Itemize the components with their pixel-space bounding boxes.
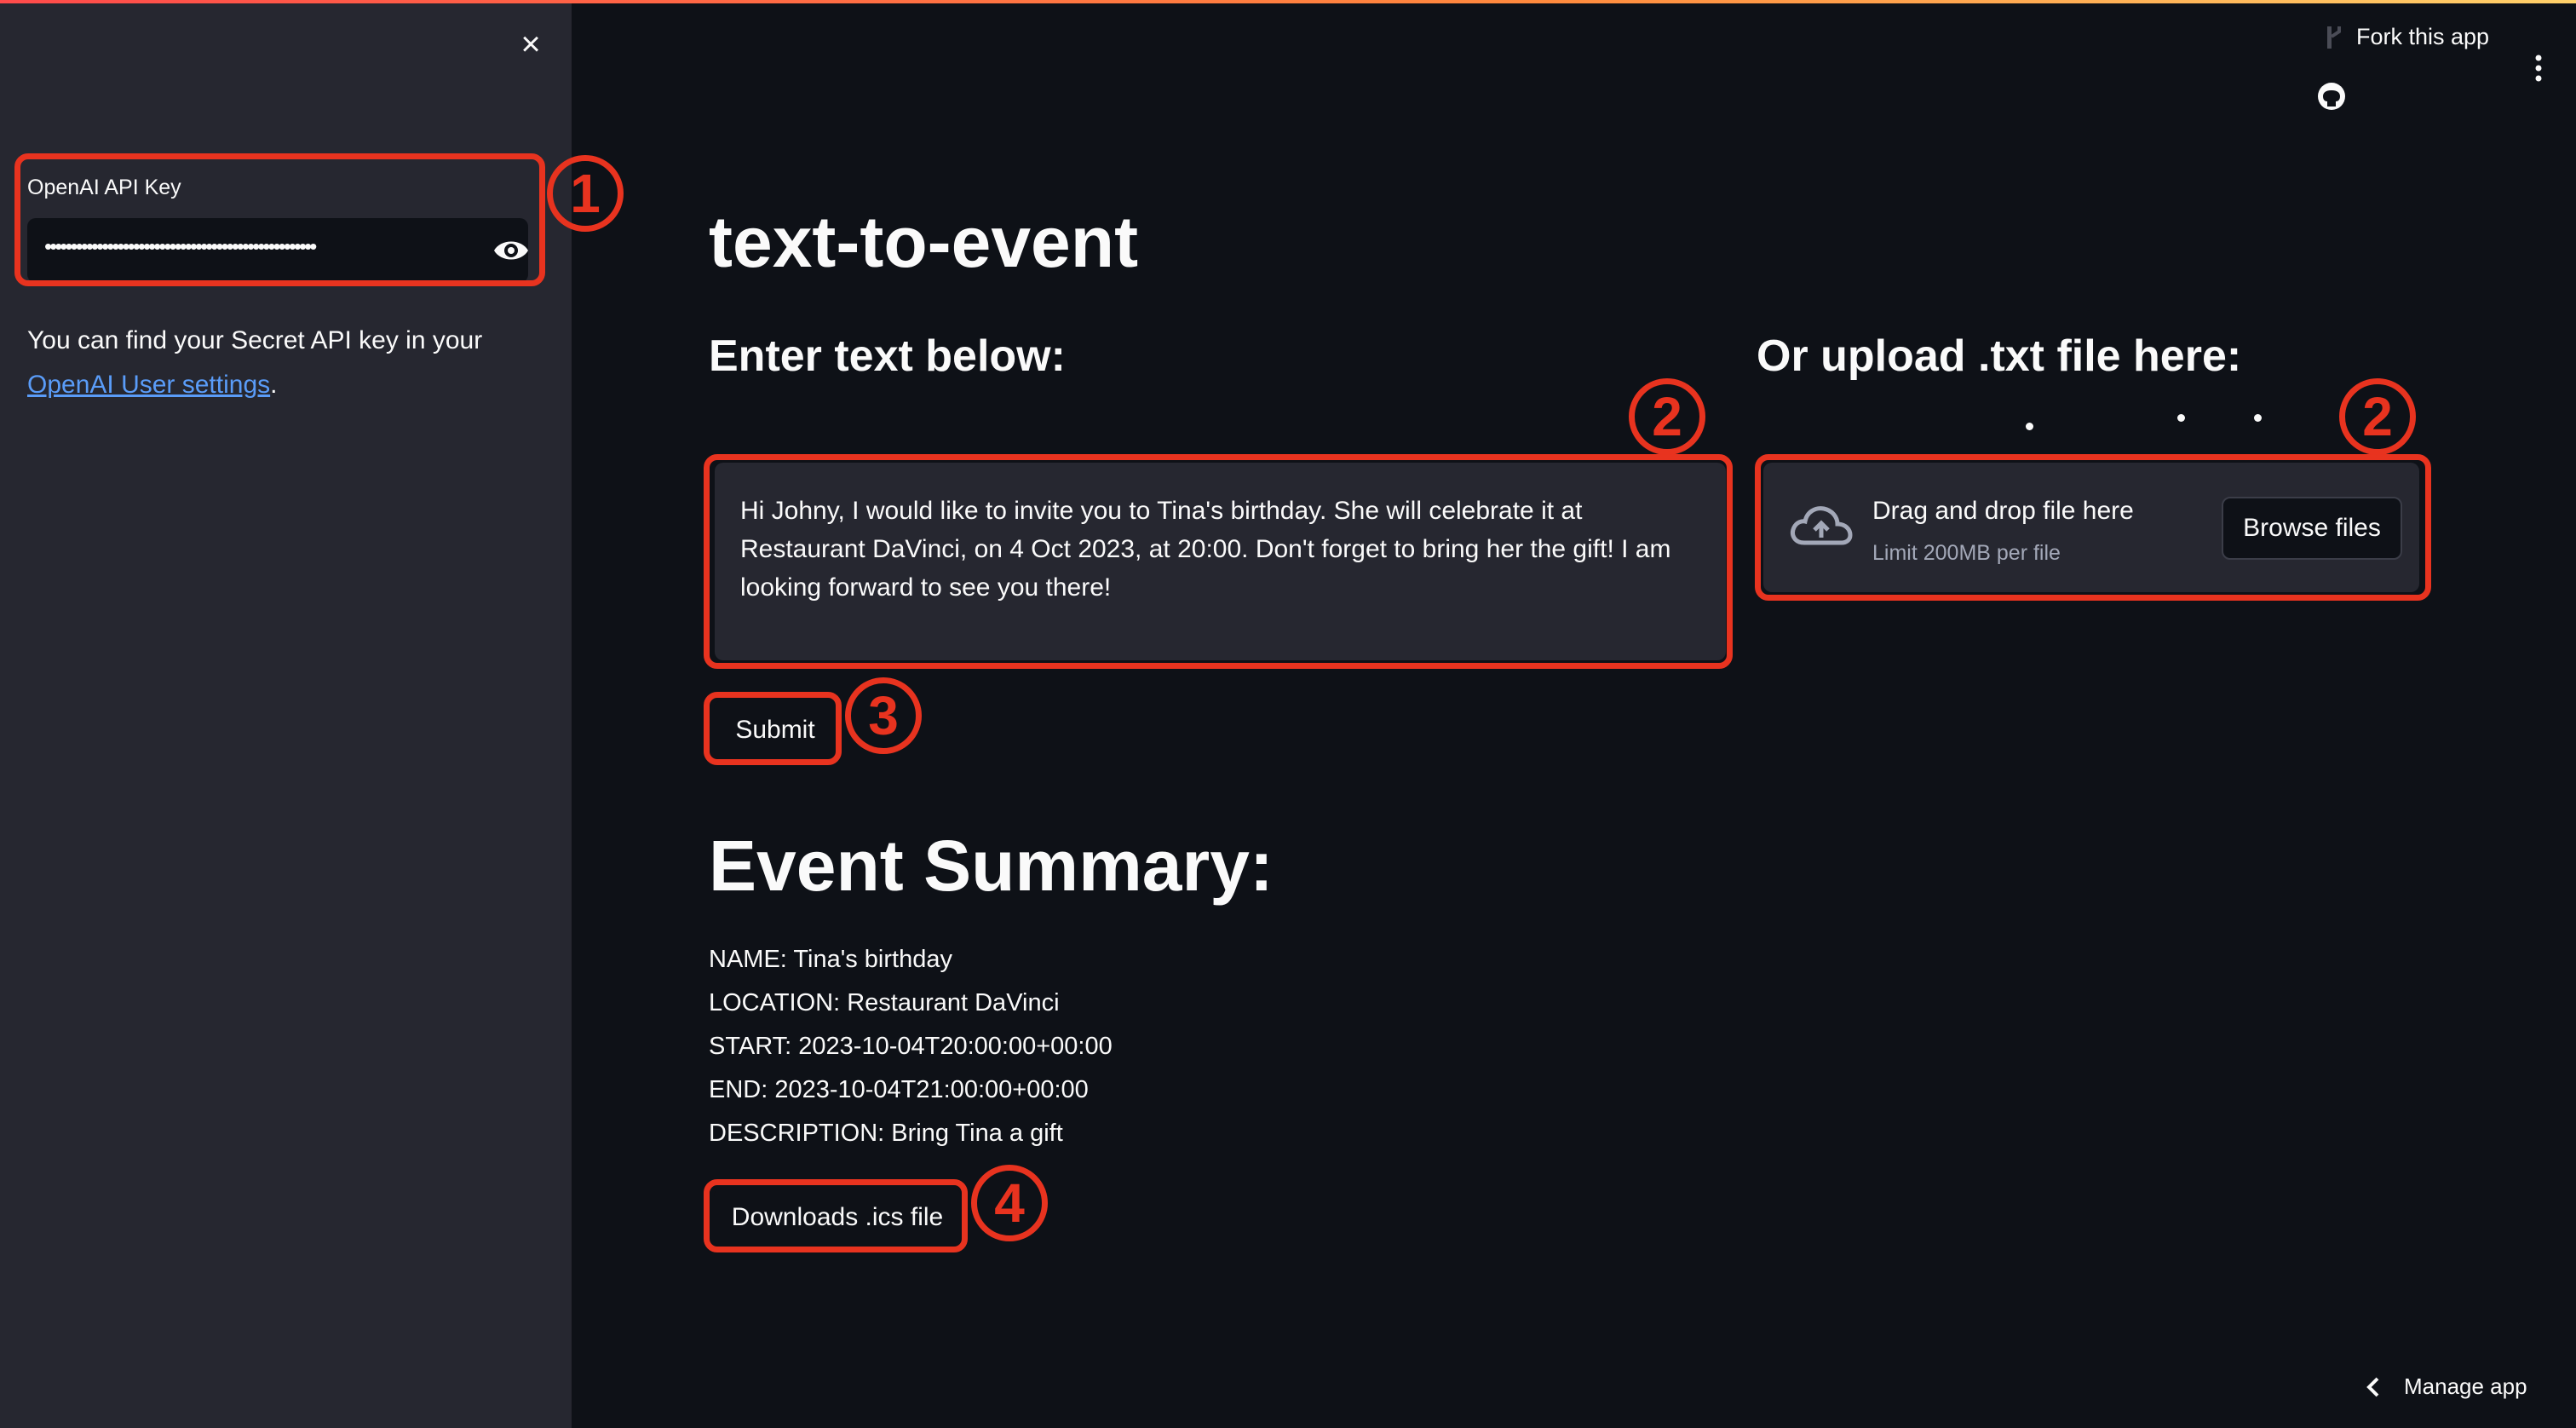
annotation-number-1: 1 — [547, 155, 624, 232]
decoration-dot — [2254, 414, 2262, 422]
chevron-left-icon — [2366, 1377, 2379, 1396]
summary-name: NAME: Tina's birthday — [709, 946, 952, 973]
close-sidebar-icon[interactable]: × — [515, 27, 546, 61]
annotation-number-3: 3 — [845, 677, 922, 754]
summary-end: END: 2023-10-04T21:00:00+00:00 — [709, 1076, 1089, 1103]
summary-description: DESCRIPTION: Bring Tina a gift — [709, 1120, 1063, 1147]
decoration-dot — [2177, 414, 2185, 422]
fork-this-app[interactable]: Fork this app — [2326, 24, 2489, 50]
more-vert-icon[interactable] — [2528, 51, 2549, 85]
event-summary-heading: Event Summary: — [709, 826, 1274, 906]
api-key-help: You can find your Secret API key in your… — [27, 319, 538, 407]
fork-icon — [2327, 26, 2341, 49]
decoration-dot — [2026, 423, 2033, 430]
annotation-number-2-upload: 2 — [2339, 378, 2416, 455]
annotation-number-2-text: 2 — [1629, 378, 1705, 455]
api-key-help-text: You can find your Secret API key in your — [27, 326, 483, 354]
annotation-number-4: 4 — [971, 1165, 1048, 1241]
annotation-box-3 — [704, 692, 842, 765]
manage-app-button[interactable]: Manage app — [2365, 1373, 2527, 1400]
help-suffix: . — [270, 371, 278, 399]
fork-label: Fork this app — [2356, 24, 2490, 49]
manage-app-label: Manage app — [2404, 1373, 2527, 1399]
annotation-box-2-upload — [1755, 454, 2431, 601]
github-icon[interactable] — [2316, 81, 2347, 112]
openai-settings-link[interactable]: OpenAI User settings — [27, 371, 270, 399]
page-title: text-to-event — [709, 202, 1139, 282]
annotation-box-2-text — [704, 454, 1733, 669]
summary-location: LOCATION: Restaurant DaVinci — [709, 989, 1060, 1016]
annotation-box-1 — [14, 153, 545, 286]
enter-text-heading: Enter text below: — [709, 331, 1066, 381]
annotation-box-4 — [704, 1179, 968, 1252]
summary-start: START: 2023-10-04T20:00:00+00:00 — [709, 1033, 1113, 1060]
upload-heading: Or upload .txt file here: — [1757, 331, 2242, 381]
